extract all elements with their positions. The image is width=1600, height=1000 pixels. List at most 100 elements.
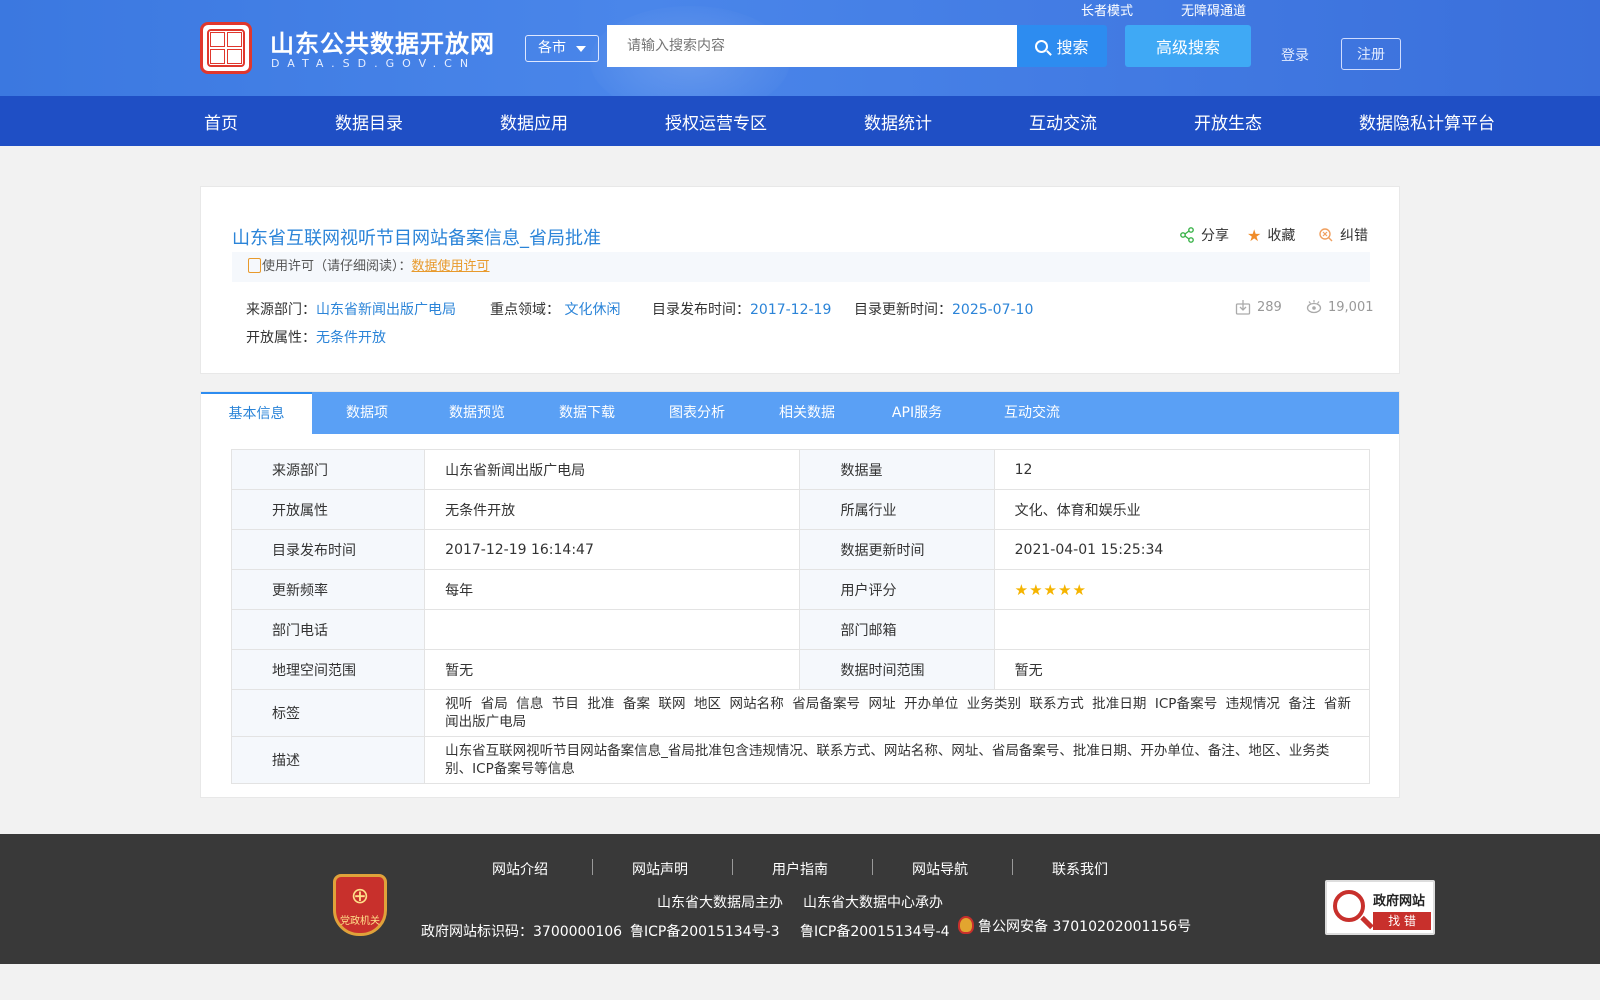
search-input[interactable] [607,25,1017,67]
table-row: 更新频率 每年 用户评分 ★★★★★ [230,569,1371,610]
logo-seal-icon[interactable] [200,22,252,74]
table-key: 地理空间范围 [230,649,426,690]
report-icon [1319,228,1333,242]
meta-update-value: 2025-07-10 [952,302,1034,318]
footer-operator: 山东省大数据中心承办 [803,895,943,911]
license-bar: 使用许可（请仔细阅读）：数据使用许可 [232,252,1370,282]
favorite-button[interactable]: ★ 收藏 [1247,225,1295,245]
license-prefix: 使用许可（请仔细阅读）： [262,259,412,274]
footer-divider [732,859,733,875]
table-row: 地理空间范围 暂无 数据时间范围 暂无 [230,649,1371,690]
footer-police[interactable]: 鲁公网安备 37010202001156号 [958,916,1191,936]
footer-link-statement[interactable]: 网站声明 [632,859,688,879]
site-title[interactable]: 山东公共数据开放网 [270,24,495,59]
table-value: 山东省新闻出版广电局 [424,449,801,490]
tab-api-service[interactable]: API服务 [862,392,972,434]
rating-stars[interactable]: ★★★★★ [1014,580,1087,599]
party-gov-badge[interactable]: ⊕ 党政机关 [333,874,387,936]
tab-interaction[interactable]: 互动交流 [972,392,1092,434]
gov-site-error-report[interactable]: 政府网站 找 错 [1325,880,1435,935]
table-value: 2017-12-19 16:14:47 [424,529,801,570]
table-key: 标签 [230,689,426,737]
nav-privacy-computing[interactable]: 数据隐私计算平台 [1359,109,1495,134]
report-error-button[interactable]: 纠错 [1318,225,1368,245]
site-header: 山东公共数据开放网 DATA.SD.GOV.CN 各市 搜索 高级搜索 长者模式… [0,0,1600,96]
chevron-down-icon [576,46,586,52]
table-value [424,609,801,650]
table-key: 更新频率 [230,569,426,610]
detail-panel: 基本信息 数据项 数据预览 数据下载 图表分析 相关数据 API服务 互动交流 … [200,391,1400,798]
meta-publish-label: 目录发布时间： [652,302,750,318]
advanced-search-button[interactable]: 高级搜索 [1125,25,1251,67]
footer-icp-1[interactable]: 鲁ICP备20015134号-3 [630,921,780,941]
badge-label: 党政机关 [340,916,380,927]
meta-source-value[interactable]: 山东省新闻出版广电局 [316,302,456,318]
table-row: 目录发布时间 2017-12-19 16:14:47 数据更新时间 2021-0… [230,529,1371,570]
city-select[interactable]: 各市 [525,35,599,62]
tab-related-data[interactable]: 相关数据 [752,392,862,434]
table-key: 数据更新时间 [799,529,995,570]
tags-value: 视听 省局 信息 节目 批准 备案 联网 地区 网站名称 省局备案号 网址 开办… [424,689,1370,737]
table-row: 来源部门 山东省新闻出版广电局 数据量 12 [230,449,1371,490]
meta-domain-value[interactable]: 文化休闲 [564,302,620,318]
emblem-icon: ⊕ [350,884,370,909]
table-value: 无条件开放 [424,489,801,530]
footer-site-id: 政府网站标识码：3700000106 [421,924,623,940]
nav-home[interactable]: 首页 [204,109,238,134]
nav-interaction[interactable]: 互动交流 [1029,109,1097,134]
nav-catalog[interactable]: 数据目录 [335,109,403,134]
download-count-value: 289 [1257,299,1282,315]
detail-tabs: 基本信息 数据项 数据预览 数据下载 图表分析 相关数据 API服务 互动交流 [201,392,1399,434]
footer-link-contact[interactable]: 联系我们 [1052,859,1108,879]
table-key: 部门电话 [230,609,426,650]
dataset-title: 山东省互联网视听节目网站备案信息_省局批准 [232,228,601,249]
meta-update-label: 目录更新时间： [854,302,952,318]
table-value: 每年 [424,569,801,610]
meta-domain: 重点领域： 文化休闲 [490,299,620,319]
star-icon: ★ [1043,580,1057,599]
table-key: 来源部门 [230,449,426,490]
star-icon: ★ [1014,580,1029,599]
star-icon: ★ [1247,225,1262,245]
favorite-label: 收藏 [1267,228,1296,244]
footer-divider [1012,859,1013,875]
register-button[interactable]: 注册 [1341,38,1401,70]
meta-source: 来源部门：山东省新闻出版广电局 [246,299,456,319]
dataset-summary-card: 山东省互联网视听节目网站备案信息_省局批准 分享 ★ 收藏 纠错 使用许可（请仔… [200,186,1400,374]
table-value: 2021-04-01 15:25:34 [993,529,1371,570]
footer-icp-2[interactable]: 鲁ICP备20015134号-4 [800,921,950,941]
meta-source-label: 来源部门： [246,302,316,318]
table-key: 所属行业 [799,489,995,530]
tab-data-download[interactable]: 数据下载 [532,392,642,434]
footer-link-sitemap[interactable]: 网站导航 [912,859,968,879]
meta-publish: 目录发布时间：2017-12-19 [652,299,831,319]
star-icon: ★ [1029,580,1043,599]
footer-divider [592,859,593,875]
license-link[interactable]: 数据使用许可 [412,259,490,274]
tab-data-preview[interactable]: 数据预览 [422,392,532,434]
meta-open-label: 开放属性： [246,330,316,346]
footer-divider [872,859,873,875]
table-key: 开放属性 [230,489,426,530]
tab-basic-info[interactable]: 基本信息 [201,392,312,434]
tab-chart-analysis[interactable]: 图表分析 [642,392,752,434]
accessibility-link[interactable]: 无障碍通道 [1181,0,1246,19]
table-key: 数据量 [799,449,995,490]
tab-data-items[interactable]: 数据项 [312,392,422,434]
meta-publish-value: 2017-12-19 [750,302,832,318]
site-footer: ⊕ 党政机关 网站介绍 网站声明 用户指南 网站导航 联系我们 山东省大数据局主… [0,834,1600,964]
nav-authorized-ops[interactable]: 授权运营专区 [665,109,767,134]
table-row: 描述 山东省互联网视听节目网站备案信息_省局批准包含违规情况、联系方式、网站名称… [230,736,1370,784]
site-domain: DATA.SD.GOV.CN [271,57,477,70]
login-link[interactable]: 登录 [1281,45,1309,65]
nav-statistics[interactable]: 数据统计 [864,109,932,134]
share-button[interactable]: 分享 [1179,225,1229,245]
table-value: 12 [993,449,1371,490]
elder-mode-link[interactable]: 长者模式 [1081,0,1133,19]
nav-ecosystem[interactable]: 开放生态 [1194,109,1262,134]
meta-update: 目录更新时间：2025-07-10 [854,299,1033,319]
search-button[interactable]: 搜索 [1017,25,1107,67]
footer-link-guide[interactable]: 用户指南 [772,859,828,879]
nav-apps[interactable]: 数据应用 [500,109,568,134]
footer-link-about[interactable]: 网站介绍 [492,859,548,879]
